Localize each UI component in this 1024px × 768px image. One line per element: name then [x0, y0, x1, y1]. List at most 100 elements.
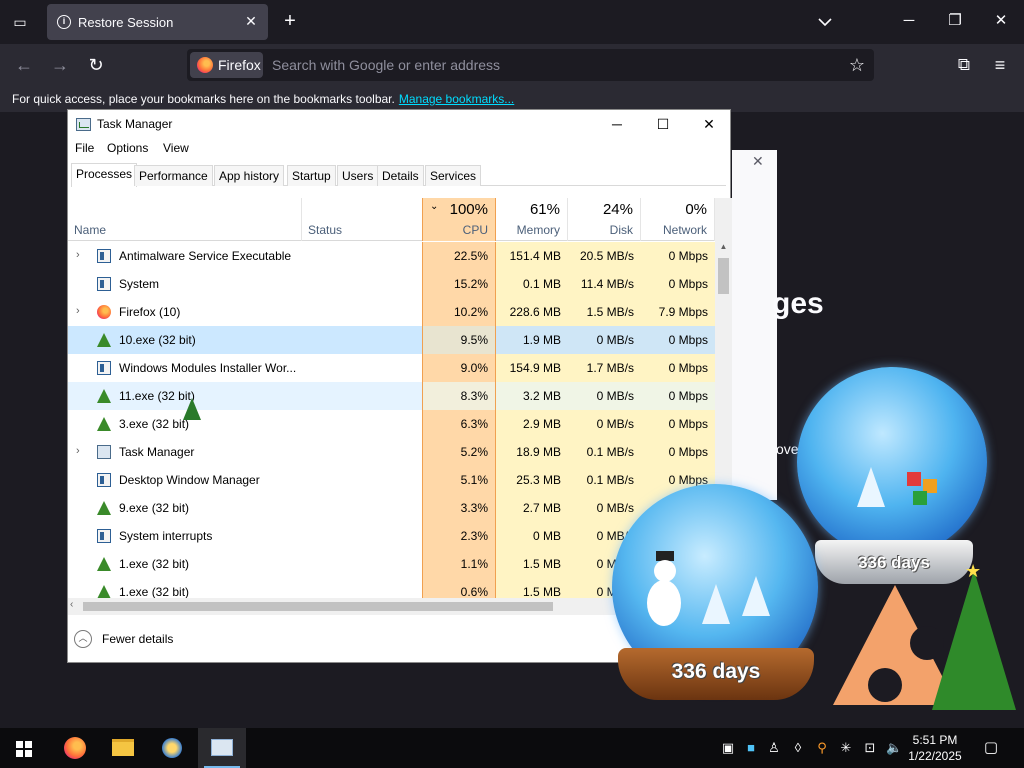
url-bar: Firefox ☆	[187, 49, 874, 81]
tab-startup[interactable]: Startup	[287, 165, 336, 186]
forward-arrow-icon[interactable]: →	[48, 53, 72, 77]
cpu-cell: 8.3%	[422, 382, 496, 410]
memory-cell: 154.9 MB	[496, 354, 568, 382]
reload-icon[interactable]: ↻	[84, 53, 108, 77]
tab-app-history[interactable]: App history	[214, 165, 285, 186]
column-divider[interactable]	[301, 198, 302, 241]
cpu-cell: 15.2%	[422, 270, 496, 298]
tm-minimize-button[interactable]: ─	[594, 110, 640, 138]
taskbar-file-explorer[interactable]	[99, 728, 147, 768]
bookmark-star-icon[interactable]: ☆	[846, 54, 868, 76]
table-row[interactable]: Desktop Window Manager 5.1% 25.3 MB 0.1 MB/…	[68, 466, 715, 494]
tab-users[interactable]: Users	[337, 165, 379, 186]
manage-bookmarks-link[interactable]: Manage bookmarks...	[399, 92, 514, 106]
taskbar-app[interactable]	[148, 728, 196, 768]
menu-view[interactable]: View	[163, 141, 189, 155]
notification-icon[interactable]: ▢	[980, 738, 1002, 758]
firefox-view-icon[interactable]: ▭	[8, 10, 32, 34]
tray-snowflake-icon[interactable]: ✳	[838, 740, 854, 756]
tray-square-icon[interactable]: ■	[743, 740, 759, 756]
column-status[interactable]: Status	[308, 223, 342, 237]
back-arrow-icon[interactable]: ←	[12, 53, 36, 77]
tray-people-icon[interactable]: ♙	[766, 740, 782, 756]
network-total: 0%	[685, 201, 707, 218]
scroll-left-arrow-icon[interactable]: ‹	[70, 599, 73, 610]
expand-chevron-icon[interactable]: ›	[76, 305, 80, 317]
horizontal-scroll-thumb[interactable]	[83, 602, 553, 611]
cpu-cell: 3.3%	[422, 494, 496, 522]
cpu-cell: 1.1%	[422, 550, 496, 578]
identity-box[interactable]: Firefox	[190, 52, 263, 78]
column-network[interactable]: 0% Network	[641, 198, 715, 241]
cpu-cell: 5.1%	[422, 466, 496, 494]
disk-cell: 0.1 MB/s	[568, 466, 641, 494]
table-row[interactable]: › Firefox (10) 10.2% 228.6 MB 1.5 MB/s 7.9 Mb…	[68, 298, 715, 326]
christmas-tree-icon	[932, 570, 1016, 710]
hamburger-menu-icon[interactable]: ≡	[988, 53, 1012, 77]
table-row[interactable]: 3.exe (32 bit) 6.3% 2.9 MB 0 MB/s 0 Mbps	[68, 410, 715, 438]
bookmarks-hint: For quick access, place your bookmarks h…	[12, 92, 514, 106]
cpu-cell: 0.6%	[422, 578, 496, 598]
tab-details[interactable]: Details	[377, 165, 424, 186]
vertical-scroll-thumb[interactable]	[718, 258, 729, 294]
table-row[interactable]: System interrupts2.3%0 MB0 MB/s0 Mbps	[68, 522, 715, 550]
disk-cell: 1.7 MB/s	[568, 354, 641, 382]
expand-chevron-icon[interactable]: ›	[76, 249, 80, 261]
tab-close-icon[interactable]: ✕	[242, 12, 260, 30]
table-row[interactable]: 9.exe (32 bit)3.3%2.7 MB0 MB/s0 Mbps	[68, 494, 715, 522]
menu-file[interactable]: File	[75, 141, 94, 155]
list-all-tabs-chevron-icon[interactable]	[815, 12, 835, 32]
table-row[interactable]: 10.exe (32 bit) 9.5% 1.9 MB 0 MB/s 0 Mbps	[68, 326, 715, 354]
windows-logo-icon	[16, 741, 32, 757]
column-memory[interactable]: 61% Memory	[496, 198, 568, 241]
clock[interactable]: 5:51 PM 1/22/2025	[900, 732, 970, 764]
menu-options[interactable]: Options	[107, 141, 148, 155]
cpu-cell: 9.5%	[422, 326, 496, 354]
close-window-button[interactable]: ✕	[990, 10, 1012, 32]
table-row[interactable]: 11.exe (32 bit) 8.3% 3.2 MB 0 MB/s 0 Mbps	[68, 382, 715, 410]
tab-bar: ▭ i Restore Session ✕ + ─ ❐ ✕	[0, 0, 1024, 44]
tray-drop-icon[interactable]: ◊	[790, 740, 806, 756]
expand-chevron-icon[interactable]: ›	[76, 445, 80, 457]
network-icon[interactable]: ⊡	[862, 740, 878, 756]
process-list: › Antimalware Service Executable 22.5% 151.…	[68, 242, 715, 598]
url-input[interactable]	[272, 49, 832, 81]
tree-icon	[97, 501, 111, 515]
taskbar-firefox[interactable]	[50, 728, 98, 768]
window-icon	[97, 473, 111, 487]
table-row[interactable]: › Task Manager 5.2% 18.9 MB 0.1 MB/s 0 Mbps	[68, 438, 715, 466]
restore-button[interactable]: ❐	[944, 10, 966, 32]
firefox-logo-icon	[197, 57, 213, 73]
pine-tree-icon	[742, 576, 770, 616]
process-name: 11.exe (32 bit)	[119, 389, 195, 403]
process-name: 1.exe (32 bit)	[119, 557, 190, 571]
tab-processes[interactable]: Processes	[71, 163, 138, 187]
column-name[interactable]: Name	[74, 223, 106, 237]
tab-performance[interactable]: Performance	[134, 165, 213, 186]
start-button[interactable]	[0, 728, 48, 768]
tab-restore-session[interactable]: i Restore Session ✕	[47, 4, 268, 40]
disk-cell: 0 MB/s	[568, 326, 641, 354]
minimize-button[interactable]: ─	[898, 10, 920, 32]
taskbar-task-manager[interactable]	[198, 728, 246, 768]
new-tab-button[interactable]: +	[279, 10, 301, 32]
table-row[interactable]: › Antimalware Service Executable 22.5% 151.…	[68, 242, 715, 270]
column-disk[interactable]: 24% Disk	[568, 198, 641, 241]
tab-services[interactable]: Services	[425, 165, 482, 186]
memory-cell: 1.5 MB	[496, 578, 568, 598]
extensions-puzzle-icon[interactable]: ⧉	[952, 53, 976, 77]
table-row[interactable]: System 15.2% 0.1 MB 11.4 MB/s 0 Mbps	[68, 270, 715, 298]
tray-app-icon[interactable]: ▣	[720, 740, 736, 756]
scroll-up-arrow-icon[interactable]: ▲	[715, 242, 732, 256]
column-cpu[interactable]: ⌄ 100% CPU	[422, 198, 496, 241]
tm-close-button[interactable]: ✕	[686, 110, 732, 138]
tm-maximize-button[interactable]: ☐	[640, 110, 686, 138]
dialog-close-icon[interactable]: ✕	[752, 153, 764, 170]
snowman-icon	[645, 551, 683, 630]
table-row[interactable]: Windows Modules Installer Wor... 9.0% 154.…	[68, 354, 715, 382]
process-name: 9.exe (32 bit)	[119, 501, 190, 515]
tray-search-icon[interactable]: ⚲	[814, 740, 830, 756]
window-icon	[97, 277, 111, 291]
app-icon	[162, 738, 182, 758]
fewer-details-label: Fewer details	[102, 632, 174, 646]
